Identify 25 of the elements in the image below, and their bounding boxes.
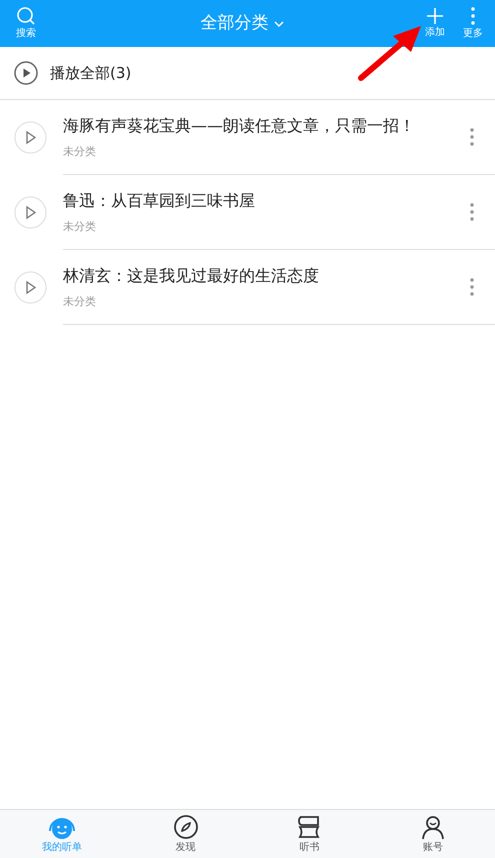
arrow-annotation [357, 24, 423, 82]
play-circle-icon[interactable] [14, 121, 47, 154]
more-icon[interactable] [469, 277, 475, 297]
nav-tab[interactable]: 账号 [371, 810, 495, 858]
play-circle-icon[interactable] [14, 271, 47, 304]
item-title[interactable]: 林清玄：这是我见过最好的生活态度 [63, 264, 469, 288]
item-title[interactable]: 鲁迅：从百草园到三味书屋 [63, 188, 469, 213]
chevron-down-icon [272, 20, 284, 28]
plus-icon [426, 7, 444, 25]
item-title[interactable]: 海豚有声葵花宝典——朗读任意文章，只需一招！ [63, 114, 469, 138]
more-icon[interactable] [470, 6, 476, 26]
play-circle-icon [14, 61, 38, 85]
item-category: 未分类 [63, 218, 97, 235]
more-icon[interactable] [469, 127, 475, 147]
compass-icon [172, 814, 199, 840]
item-category: 未分类 [63, 144, 97, 160]
item-category: 未分类 [63, 294, 97, 310]
play-circle-icon[interactable] [14, 196, 47, 229]
nav-tab[interactable]: 发现 [124, 810, 248, 858]
person-icon [420, 814, 446, 840]
more-icon[interactable] [469, 202, 475, 222]
book-stack-icon [296, 814, 322, 840]
nav-tab[interactable]: 听书 [248, 810, 372, 858]
search-icon [16, 6, 36, 26]
play-all-button[interactable]: 播放全部(3) [0, 47, 495, 100]
